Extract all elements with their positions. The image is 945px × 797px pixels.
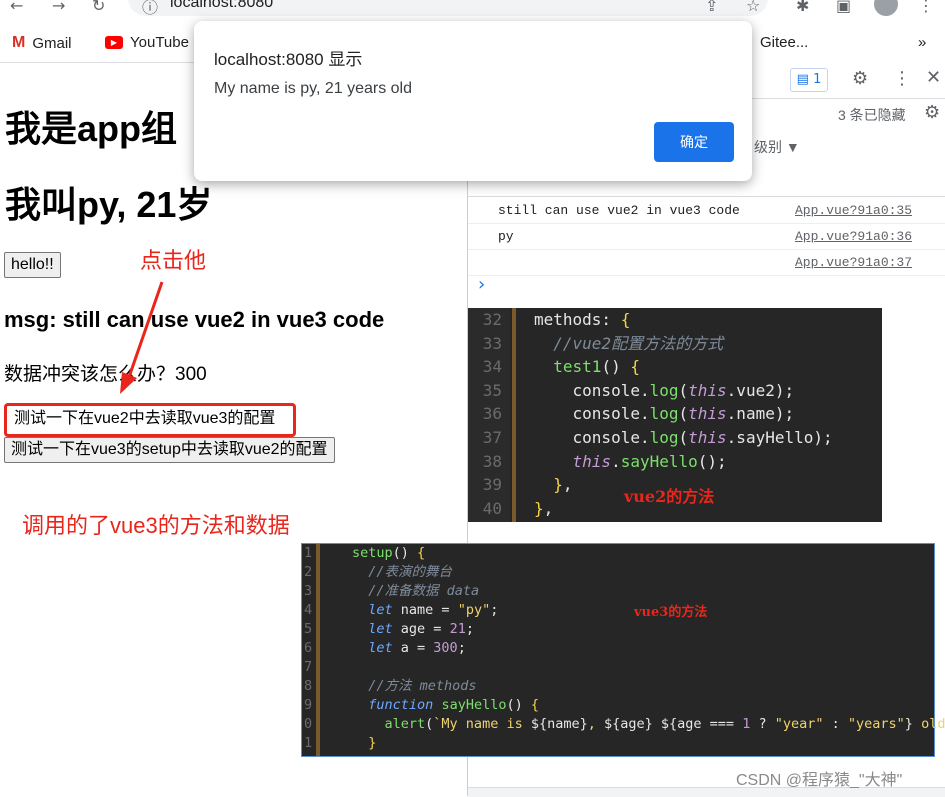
log-text: py xyxy=(498,229,514,244)
vue3-code-panel: 12345678901 setup() { //表演的舞台 //准备数据 dat… xyxy=(301,543,945,757)
vue3-read-vue2-button[interactable]: 测试一下在vue3的setup中去读取vue2的配置 xyxy=(4,437,335,463)
watermark: CSDN @程序猿_"大神" xyxy=(736,772,903,789)
share-icon[interactable]: ⇪ xyxy=(705,0,718,15)
bookmark-gitee[interactable]: Gitee... xyxy=(760,34,808,51)
log-source-link[interactable]: App.vue?91a0:36 xyxy=(795,229,912,244)
console-log-row: App.vue?91a0:37 xyxy=(468,250,945,276)
console-log-row: still can use vue2 in vue3 code App.vue?… xyxy=(468,198,945,224)
msg-text: msg: still can use vue2 in vue3 code xyxy=(4,307,385,332)
dialog-message: My name is py, 21 years old xyxy=(214,80,413,97)
annotation-click-him: 点击他 xyxy=(140,248,207,273)
divider xyxy=(468,196,945,197)
reload-icon[interactable]: ↻ xyxy=(92,0,105,15)
console-log-row: py App.vue?91a0:36 xyxy=(468,224,945,250)
log-source-link[interactable]: App.vue?91a0:35 xyxy=(795,203,912,218)
log-source-link[interactable]: App.vue?91a0:37 xyxy=(795,255,912,270)
log-text: still can use vue2 in vue3 code xyxy=(498,203,740,218)
bookmark-youtube[interactable]: ▶ YouTube xyxy=(105,34,189,51)
annotation-called-vue3: 调用的了vue3的方法和数据 xyxy=(22,513,290,538)
sidepanel-icon[interactable]: ▣ xyxy=(836,0,851,15)
console-settings-icon[interactable]: ⚙ xyxy=(924,102,940,123)
indent-guide xyxy=(316,544,320,756)
page-heading-name: 我叫py, 21岁 xyxy=(5,184,213,225)
back-icon[interactable]: ← xyxy=(10,0,23,15)
more-icon[interactable]: ⋮ xyxy=(893,68,911,89)
info-icon[interactable]: ⓘ xyxy=(142,0,158,18)
page-heading-app: 我是app组 xyxy=(5,108,178,149)
console-prompt-icon[interactable]: › xyxy=(478,274,485,295)
settings-icon[interactable]: ⚙ xyxy=(852,68,868,89)
extensions-icon[interactable]: ✱ xyxy=(796,0,809,15)
address-text[interactable]: localhost:8080 xyxy=(170,0,273,12)
vue2-read-vue3-button[interactable]: 测试一下在vue2中去读取vue3的配置 xyxy=(8,407,281,433)
bookmark-label: YouTube xyxy=(130,34,189,51)
bookmarks-overflow[interactable]: » xyxy=(918,34,926,51)
bookmark-label: Gmail xyxy=(32,34,72,52)
level-filter[interactable]: 级别 ▼ xyxy=(754,137,800,157)
line-numbers: 32 33 34 35 36 37 38 39 40 xyxy=(482,310,502,518)
line-numbers: 12345678901 xyxy=(304,545,313,751)
vue3-code-text: setup() { //表演的舞台 //准备数据 data let name =… xyxy=(352,545,945,751)
annotation-arrow xyxy=(120,281,164,394)
menu-icon[interactable]: ⋮ xyxy=(918,0,934,15)
indent-guide xyxy=(512,308,516,522)
dialog-title: localhost:8080 显示 xyxy=(214,50,363,69)
bookmark-label: Gitee... xyxy=(760,34,809,51)
vue2-method-label: vue2的方法 xyxy=(624,487,715,506)
message-icon: ▤ xyxy=(796,72,809,87)
forward-icon[interactable]: → xyxy=(52,0,65,15)
alert-dialog: localhost:8080 显示 My name is py, 21 year… xyxy=(194,21,752,181)
close-icon[interactable]: ✕ xyxy=(926,67,941,88)
hello-button[interactable]: hello!! xyxy=(4,252,61,278)
vue2-code-panel: 32 33 34 35 36 37 38 39 40 methods: { //vue2配置方法… xyxy=(468,308,882,522)
vue3-method-label: vue3的方法 xyxy=(634,605,708,620)
gmail-icon: M xyxy=(12,34,26,51)
hidden-count: 3 条已隐藏 xyxy=(838,107,906,123)
issues-badge[interactable]: ▤ 1 xyxy=(790,68,828,92)
bookmark-gmail[interactable]: M Gmail xyxy=(12,34,72,52)
youtube-icon: ▶ xyxy=(105,36,123,49)
ok-button[interactable]: 确定 xyxy=(654,122,734,162)
issues-count: 1 xyxy=(813,72,822,87)
conflict-text: 数据冲突该怎么办？300 xyxy=(4,364,207,385)
star-icon[interactable]: ☆ xyxy=(746,0,760,15)
